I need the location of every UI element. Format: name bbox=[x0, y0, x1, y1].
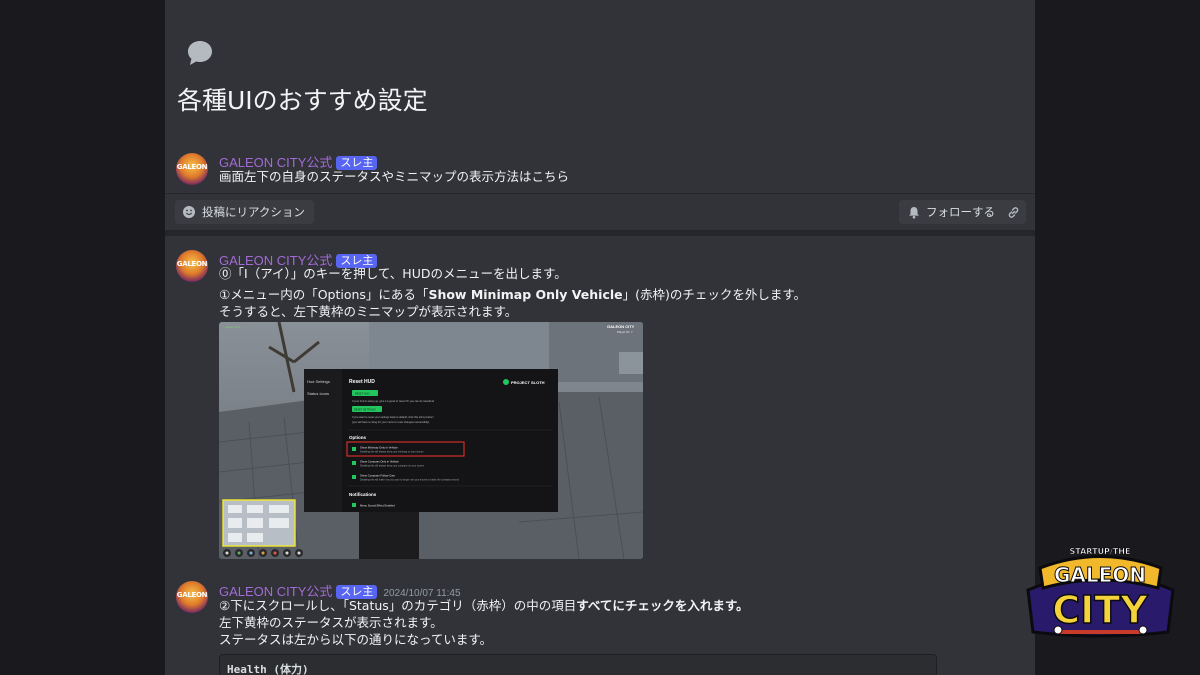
bell-icon bbox=[909, 206, 919, 218]
follow-button[interactable]: フォローする bbox=[899, 200, 1004, 224]
svg-text:Disabling this will always kee: Disabling this will always keep your com… bbox=[360, 465, 425, 468]
svg-text:Options: Options bbox=[349, 435, 366, 440]
svg-text:STARTUP/THE: STARTUP/THE bbox=[1070, 547, 1131, 556]
svg-text:Notifications: Notifications bbox=[349, 492, 377, 497]
svg-text:Player ID: 7: Player ID: 7 bbox=[617, 330, 633, 334]
project-sloth-logo-icon bbox=[503, 379, 509, 385]
add-reaction-label: 投稿にリアクション bbox=[202, 205, 305, 219]
svg-text:If your hud is acting up, give: If your hud is acting up, give it a good… bbox=[352, 399, 435, 403]
add-reaction-button[interactable]: 投稿にリアクション bbox=[175, 200, 314, 224]
emoji-icon bbox=[183, 206, 195, 218]
avatar[interactable]: GALEON bbox=[176, 581, 208, 613]
follow-label: フォローする bbox=[926, 205, 995, 219]
avatar[interactable]: GALEON bbox=[176, 250, 208, 282]
galeon-city-logo: STARTUP/THE GALEON CITY bbox=[1026, 547, 1175, 638]
thread-actions: 投稿にリアクション フォローする bbox=[165, 194, 1035, 228]
message-line: ⓪「I（アイ）」のキーを押して、HUDのメニューを出します。 bbox=[219, 266, 567, 281]
thread-separator bbox=[165, 230, 1035, 236]
hud-menu-title: Reset HUD bbox=[349, 379, 375, 385]
code-block: Health (体力) bbox=[219, 654, 937, 675]
hud-brand: PROJECT SLOTH bbox=[511, 380, 545, 385]
thread-title: 各種UIのおすすめ設定 bbox=[177, 86, 428, 115]
option-checkbox[interactable] bbox=[352, 475, 356, 479]
hud-sidebar-item[interactable]: Status Icons bbox=[307, 391, 329, 396]
message-line: ②下にスクロールし、「Status」のカテゴリ（赤枠）の中の項目すべてにチェック… bbox=[219, 598, 749, 613]
svg-text:Grand Jobs: Grand Jobs bbox=[225, 325, 241, 329]
thread-panel: 各種UIのおすすめ設定 GALEON GALEON CITY公式 スレ主 画面左下… bbox=[165, 0, 1035, 675]
svg-text:RESET SETTINGS: RESET SETTINGS bbox=[354, 409, 376, 412]
message-line: ステータスは左から以下の通りになっています。 bbox=[219, 632, 493, 647]
hud-sidebar-item[interactable]: Hud Settings bbox=[307, 379, 330, 384]
svg-text:RESET HUD: RESET HUD bbox=[355, 393, 370, 396]
option-checkbox[interactable] bbox=[352, 447, 356, 451]
hud-menu-screenshot[interactable]: Hud Settings Status Icons Reset HUD PROJ… bbox=[219, 322, 643, 559]
message-line: 左下黄枠のステータスが表示されます。 bbox=[219, 615, 443, 630]
game-scene: Hud Settings Status Icons Reset HUD PROJ… bbox=[219, 322, 643, 559]
svg-text:Menu Sound Effect Enabled: Menu Sound Effect Enabled bbox=[360, 504, 395, 508]
chat-bubble-icon bbox=[188, 41, 212, 65]
message-line: そうすると、左下黄枠のミニマップが表示されます。 bbox=[219, 304, 518, 319]
svg-text:Show Compass Only in Vehicle: Show Compass Only in Vehicle bbox=[360, 460, 399, 464]
option-checkbox[interactable] bbox=[352, 503, 356, 507]
svg-text:Show Minimap Only in Vehicle: Show Minimap Only in Vehicle bbox=[360, 446, 398, 450]
svg-text:If you want to reset your sett: If you want to reset your settings back … bbox=[352, 415, 434, 419]
message-text: 画面左下の自身のステータスやミニマップの表示方法はこちら bbox=[219, 169, 570, 184]
svg-text:(you will have to relog for yo: (you will have to relog for your menu to… bbox=[352, 420, 429, 424]
option-checkbox[interactable] bbox=[352, 461, 356, 465]
message-line: ①メニュー内の「Options」にある「Show Minimap Only Ve… bbox=[219, 287, 807, 302]
svg-text:CITY: CITY bbox=[1052, 588, 1148, 632]
svg-text:Disabling this will make it so: Disabling this will make it so you can n… bbox=[360, 479, 460, 482]
svg-text:Show Compass Follow Cam: Show Compass Follow Cam bbox=[360, 474, 396, 478]
svg-text:GALEON: GALEON bbox=[1054, 563, 1146, 587]
copy-link-button[interactable] bbox=[1000, 200, 1026, 224]
svg-text:Disabling this will always kee: Disabling this will always keep your min… bbox=[360, 451, 424, 454]
avatar[interactable]: GALEON bbox=[176, 153, 208, 185]
svg-text:GALEON CITY: GALEON CITY bbox=[607, 324, 635, 329]
link-icon bbox=[1008, 206, 1018, 218]
